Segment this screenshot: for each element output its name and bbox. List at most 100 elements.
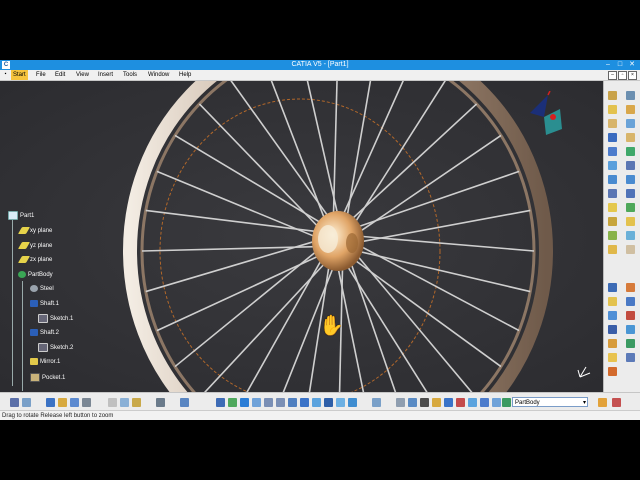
tree-node-sketch-1[interactable]: Sketch.1: [38, 314, 73, 323]
tools-icon[interactable]: [432, 398, 441, 407]
rotate-view-icon[interactable]: [252, 398, 261, 407]
shell-icon[interactable]: [608, 325, 617, 334]
hole-icon[interactable]: [608, 189, 617, 198]
tap-analysis-icon[interactable]: [626, 353, 635, 362]
zoom-out-icon[interactable]: [276, 398, 285, 407]
comment-icon[interactable]: [22, 398, 31, 407]
update-icon[interactable]: [180, 398, 189, 407]
doc-close-button[interactable]: ×: [628, 71, 637, 80]
catalog-icon[interactable]: [372, 398, 381, 407]
measure-between-icon[interactable]: [396, 398, 405, 407]
tree-node-shaft-1[interactable]: Shaft.1: [30, 300, 59, 308]
shading-icon[interactable]: [324, 398, 333, 407]
menu-window[interactable]: Window: [148, 70, 169, 80]
menu-tools[interactable]: Tools: [123, 70, 137, 80]
constraint-icon[interactable]: [626, 105, 635, 114]
scaling-icon[interactable]: [626, 189, 635, 198]
undo-icon[interactable]: [156, 398, 165, 407]
tree-node-xy-plane[interactable]: xy plane: [17, 227, 52, 235]
iso-view-icon[interactable]: [300, 398, 309, 407]
draft-analysis-icon[interactable]: [626, 325, 635, 334]
menu-help[interactable]: Help: [179, 70, 191, 80]
copy-icon[interactable]: [120, 398, 129, 407]
rotate-icon[interactable]: [626, 133, 635, 142]
remove-face-icon[interactable]: [608, 367, 617, 376]
plane-tool-icon[interactable]: [608, 119, 617, 128]
translate-icon[interactable]: [626, 119, 635, 128]
thick-surface-icon[interactable]: [626, 245, 635, 254]
tree-node-sketch-2[interactable]: Sketch.2: [38, 343, 73, 352]
tree-node-shaft-2[interactable]: Shaft.2: [30, 329, 59, 337]
tree-node-partbody[interactable]: PartBody: [18, 271, 53, 279]
part-design-icon[interactable]: [612, 398, 621, 407]
thread-icon[interactable]: [608, 353, 617, 362]
cut-icon[interactable]: [108, 398, 117, 407]
fillet-icon[interactable]: [608, 283, 617, 292]
draft-icon[interactable]: [608, 311, 617, 320]
line-icon[interactable]: [608, 105, 617, 114]
publication-icon[interactable]: [468, 398, 477, 407]
tree-node-zx-plane[interactable]: zx plane: [17, 256, 52, 264]
curvature-icon[interactable]: [626, 339, 635, 348]
rib-icon[interactable]: [608, 203, 617, 212]
sketch-analysis-icon[interactable]: [420, 398, 429, 407]
groove-icon[interactable]: [608, 175, 617, 184]
compass-icon[interactable]: [520, 91, 568, 139]
sew-icon[interactable]: [626, 231, 635, 240]
tree-node-steel[interactable]: Steel: [30, 285, 54, 293]
slot-icon[interactable]: [608, 217, 617, 226]
document-icon[interactable]: ▪: [2, 71, 9, 78]
apply-material-icon[interactable]: [626, 283, 635, 292]
3d-viewport[interactable]: Part1 xy plane yz plane zx plane PartBod…: [0, 81, 603, 392]
menu-insert[interactable]: Insert: [98, 70, 113, 80]
workbench-dropdown[interactable]: PartBody ▾: [512, 397, 588, 407]
scan-part-icon[interactable]: [502, 398, 511, 407]
menu-edit[interactable]: Edit: [55, 70, 65, 80]
stiffener-icon[interactable]: [608, 231, 617, 240]
annotation-icon[interactable]: [626, 297, 635, 306]
shaft-tool-icon[interactable]: [608, 161, 617, 170]
mirror-tool-icon[interactable]: [626, 161, 635, 170]
swap-space-icon[interactable]: [348, 398, 357, 407]
menu-file[interactable]: File: [36, 70, 46, 80]
thickness-icon[interactable]: [608, 339, 617, 348]
measure-item-icon[interactable]: [408, 398, 417, 407]
analysis-icon[interactable]: [626, 311, 635, 320]
multi-view-icon[interactable]: [312, 398, 321, 407]
measure-icon[interactable]: [626, 91, 635, 100]
new-icon[interactable]: [46, 398, 55, 407]
loft-icon[interactable]: [608, 245, 617, 254]
menu-start[interactable]: Start: [11, 70, 28, 80]
hide-show-icon[interactable]: [336, 398, 345, 407]
tree-node-yz-plane[interactable]: yz plane: [17, 242, 52, 250]
normal-view-icon[interactable]: [288, 398, 297, 407]
maximize-button[interactable]: □: [614, 60, 626, 70]
sketcher-icon[interactable]: [608, 91, 617, 100]
minimize-button[interactable]: –: [602, 60, 614, 70]
tree-node-pocket-1[interactable]: Pocket.1: [30, 373, 65, 382]
boolean-icon[interactable]: [626, 217, 635, 226]
close-button[interactable]: ✕: [626, 60, 638, 70]
workbench-icon[interactable]: [598, 398, 607, 407]
fly-mode-icon[interactable]: [216, 398, 225, 407]
doc-restore-button[interactable]: ▫: [618, 71, 627, 80]
doc-minimize-button[interactable]: –: [608, 71, 617, 80]
paste-icon[interactable]: [132, 398, 141, 407]
zoom-in-icon[interactable]: [264, 398, 273, 407]
chamfer-icon[interactable]: [608, 297, 617, 306]
formula-icon[interactable]: [480, 398, 489, 407]
table-icon[interactable]: [492, 398, 501, 407]
print-icon[interactable]: [82, 398, 91, 407]
fit-all-in-icon[interactable]: [228, 398, 237, 407]
tree-node-part1[interactable]: Part1: [8, 211, 34, 220]
pad-icon[interactable]: [608, 133, 617, 142]
tree-node-mirror-1[interactable]: Mirror.1: [30, 358, 60, 366]
split-icon[interactable]: [626, 203, 635, 212]
grid-icon[interactable]: [444, 398, 453, 407]
pattern-icon[interactable]: [626, 175, 635, 184]
menu-view[interactable]: View: [76, 70, 89, 80]
axis-system-icon[interactable]: [456, 398, 465, 407]
open-icon[interactable]: [58, 398, 67, 407]
save-icon[interactable]: [70, 398, 79, 407]
pocket-tool-icon[interactable]: [608, 147, 617, 156]
